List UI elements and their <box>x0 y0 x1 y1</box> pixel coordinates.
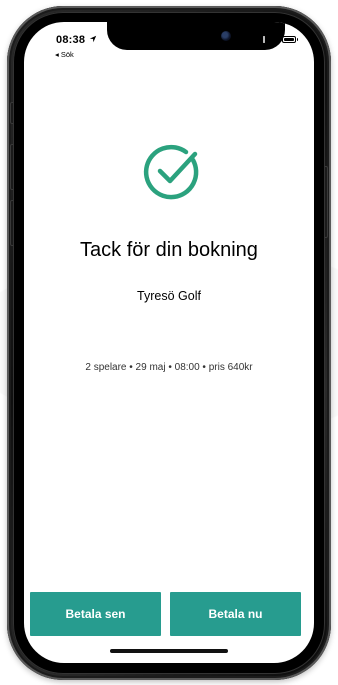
status-time: 08:38 <box>56 34 97 46</box>
booking-details: 2 spelare • 29 maj • 08:00 • pris 640kr <box>85 362 253 373</box>
front-camera <box>221 31 231 41</box>
status-icons <box>257 35 298 43</box>
app-screen: 08:38 ◂ Sök Tack för din bokning Tyresö … <box>24 22 314 663</box>
status-time-text: 08:38 <box>56 34 86 46</box>
page: 08:38 ◂ Sök Tack för din bokning Tyresö … <box>0 0 338 685</box>
home-indicator[interactable] <box>110 649 228 653</box>
pay-now-button[interactable]: Betala nu <box>170 592 301 636</box>
wifi-icon <box>268 35 279 43</box>
pay-later-button[interactable]: Betala sen <box>30 592 161 636</box>
club-name: Tyresö Golf <box>137 289 201 303</box>
check-circle-icon <box>143 144 199 200</box>
battery-icon <box>282 35 298 43</box>
confirmation-title: Tack för din bokning <box>80 239 258 261</box>
payment-actions: Betala sen Betala nu <box>30 592 301 636</box>
back-to-search-link[interactable]: ◂ Sök <box>55 50 74 59</box>
location-arrow-icon <box>90 35 97 43</box>
cellular-signal-icon <box>257 35 265 43</box>
